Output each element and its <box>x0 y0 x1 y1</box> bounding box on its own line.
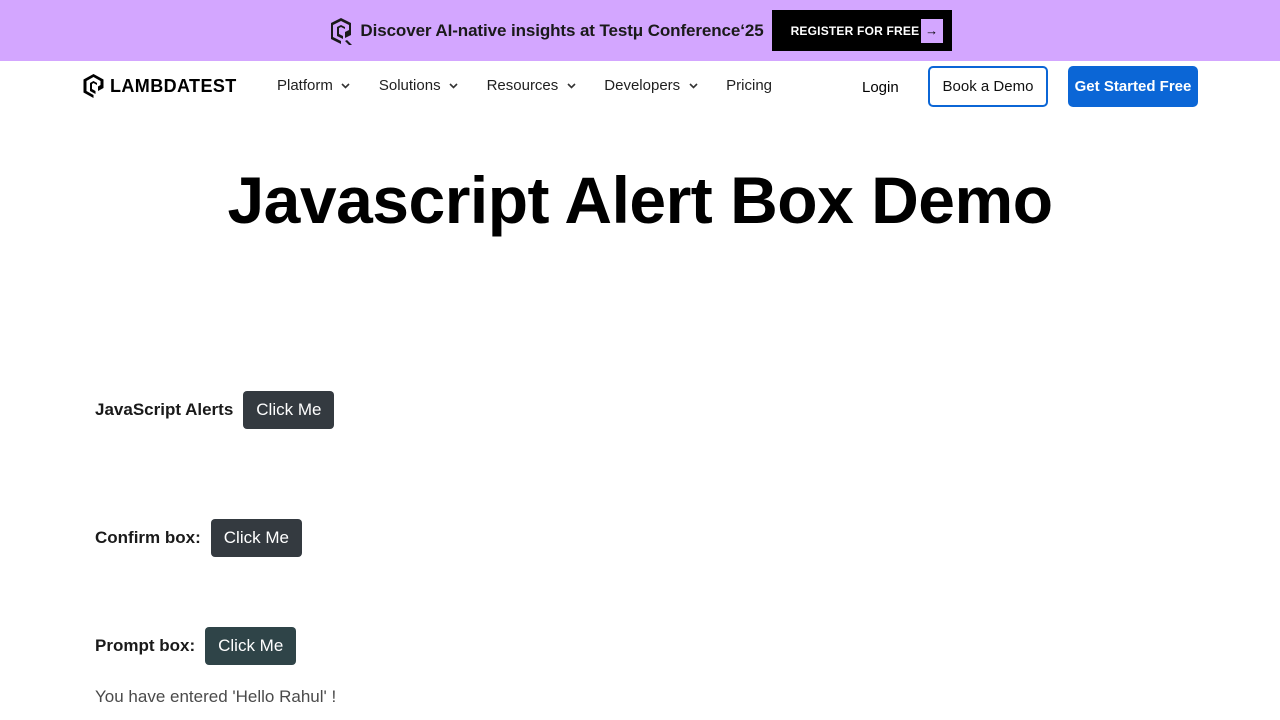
register-label: REGISTER FOR FREE <box>790 23 920 38</box>
promo-text: Discover AI-native insights at Testμ Con… <box>360 20 764 40</box>
register-for-free-button[interactable]: REGISTER FOR FREE → <box>771 10 952 51</box>
arrow-right-icon: → <box>920 18 943 43</box>
nav-item-solutions[interactable]: Solutions <box>379 77 459 94</box>
lambdatest-logo-icon <box>82 73 105 99</box>
get-started-free-button[interactable]: Get Started Free <box>1068 66 1198 107</box>
confirm-box-label: Confirm box: <box>95 528 201 547</box>
chevron-down-icon <box>688 81 698 91</box>
main-nav: Platform Solutions Resources Developers … <box>277 77 772 94</box>
nav-item-label: Developers <box>604 77 681 94</box>
brand-name: LAMBDATEST <box>110 75 237 96</box>
prompt-result-text: You have entered 'Hello Rahul' ! <box>95 687 337 706</box>
prompt-box-label: Prompt box: <box>95 636 196 655</box>
nav-item-label: Pricing <box>726 77 773 94</box>
nav-item-pricing[interactable]: Pricing <box>726 77 772 94</box>
nav-item-developers[interactable]: Developers <box>604 77 698 94</box>
confirm-box-row: Confirm box: Click Me <box>95 519 302 557</box>
nav-item-label: Solutions <box>378 77 441 94</box>
testmu-logo-icon <box>328 16 354 46</box>
prompt-box-row: Prompt box: Click Me <box>95 627 297 665</box>
chevron-down-icon <box>341 81 351 91</box>
nav-item-platform[interactable]: Platform <box>277 77 351 94</box>
nav-item-label: Resources <box>486 77 559 94</box>
nav-item-label: Platform <box>277 77 333 94</box>
login-link[interactable]: Login <box>862 79 899 96</box>
javascript-alerts-label: JavaScript Alerts <box>95 400 234 419</box>
javascript-alerts-row: JavaScript Alerts Click Me <box>95 391 335 429</box>
chevron-down-icon <box>566 81 576 91</box>
confirm-click-me-button[interactable]: Click Me <box>210 519 302 557</box>
promo-content: Discover AI-native insights at Testμ Con… <box>328 10 952 51</box>
book-demo-button[interactable]: Book a Demo <box>928 66 1048 107</box>
page-title: Javascript Alert Box Demo <box>227 163 1053 237</box>
promo-banner: Discover AI-native insights at Testμ Con… <box>0 0 1280 61</box>
lambdatest-logo[interactable]: LAMBDATEST <box>82 73 237 99</box>
site-header: LAMBDATEST Platform Solutions Resources … <box>0 61 1280 113</box>
prompt-click-me-button[interactable]: Click Me <box>205 627 297 665</box>
alert-click-me-button[interactable]: Click Me <box>243 391 335 429</box>
chevron-down-icon <box>449 81 459 91</box>
nav-item-resources[interactable]: Resources <box>487 77 577 94</box>
